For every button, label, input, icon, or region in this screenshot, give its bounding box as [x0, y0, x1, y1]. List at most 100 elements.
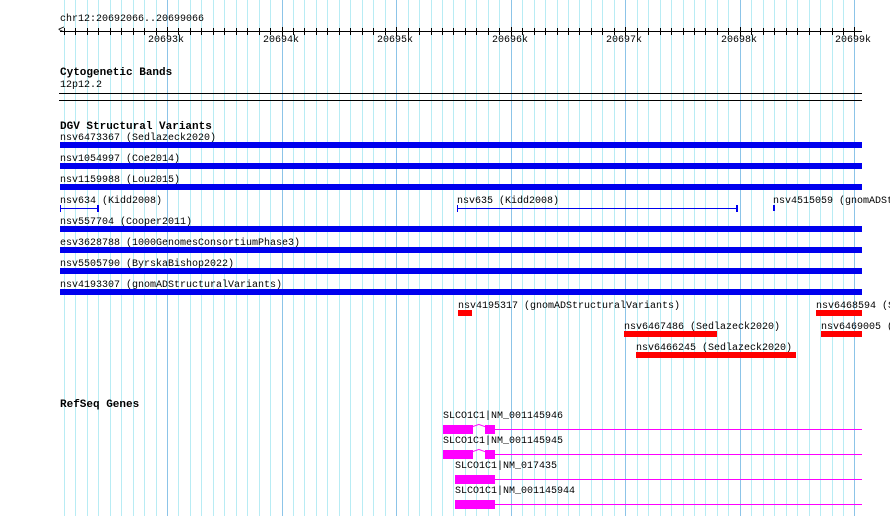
exon[interactable]	[455, 475, 495, 484]
minor-grid-line	[327, 0, 328, 516]
variant-bar[interactable]	[457, 208, 737, 209]
ruler-tick-label: 20696k	[492, 35, 529, 46]
ruler-tick	[236, 28, 237, 35]
ruler-tick	[522, 28, 523, 35]
minor-grid-line	[190, 0, 191, 516]
minor-grid-line	[728, 0, 729, 516]
variant-bar[interactable]	[821, 331, 862, 337]
ruler-tick	[660, 28, 661, 35]
ruler-tick	[64, 28, 65, 35]
ruler-tick-label: 20695k	[377, 35, 414, 46]
ruler-tick	[465, 28, 466, 35]
major-grid-line	[282, 0, 283, 516]
variant-cap	[60, 205, 61, 212]
minor-grid-line	[316, 0, 317, 516]
ruler-tick	[121, 28, 122, 35]
minor-grid-line	[213, 0, 214, 516]
minor-grid-line	[683, 0, 684, 516]
variant-label[interactable]: nsv4515059 (gnomADStructuralVariants)	[773, 196, 890, 207]
variant-bar[interactable]	[816, 310, 862, 316]
ruler-tick	[832, 28, 833, 35]
minor-grid-line	[637, 0, 638, 516]
ruler-tick	[144, 28, 145, 35]
ruler-tick	[637, 28, 638, 35]
variant-bar[interactable]	[624, 331, 717, 337]
ruler-tick	[774, 28, 775, 35]
minor-grid-line	[408, 0, 409, 516]
cytoband-track-title[interactable]: Cytogenetic Bands	[60, 67, 172, 79]
variant-bar[interactable]	[60, 247, 862, 253]
ruler-tick-label: 20698k	[721, 35, 758, 46]
cytoband-label: 12p12.2	[60, 80, 103, 91]
minor-grid-line	[350, 0, 351, 516]
ruler-tick	[270, 28, 271, 35]
ruler-tick	[602, 28, 603, 35]
ruler-tick	[557, 28, 558, 35]
variant-bar[interactable]	[60, 208, 98, 209]
minor-grid-line	[660, 0, 661, 516]
genome-browser-panel: chr12:20692066..20699066 < 20693k20694k2…	[0, 0, 890, 516]
variant-bar[interactable]	[60, 268, 862, 274]
ruler-tick	[488, 28, 489, 35]
ruler-tick	[156, 28, 157, 35]
transcript-label[interactable]: SLCO1C1|NM_001145944	[455, 486, 575, 497]
minor-grid-line	[614, 0, 615, 516]
exon[interactable]	[443, 450, 473, 459]
ruler-tick	[190, 28, 191, 35]
variant-bar[interactable]	[60, 163, 862, 169]
variant-label[interactable]: nsv635 (Kidd2008)	[457, 196, 559, 207]
variant-cap	[97, 205, 99, 212]
minor-grid-line	[774, 0, 775, 516]
ruler-tick	[614, 28, 615, 35]
exon[interactable]	[485, 425, 495, 434]
transcript-label[interactable]: SLCO1C1|NM_001145945	[443, 436, 563, 447]
minor-grid-line	[809, 0, 810, 516]
ruler-tick	[316, 28, 317, 35]
intron-hat	[479, 424, 485, 432]
variant-label[interactable]: nsv4195317 (gnomADStructuralVariants)	[458, 301, 680, 312]
variant-bar[interactable]	[458, 310, 472, 316]
intron-line	[495, 429, 862, 430]
minor-grid-line	[694, 0, 695, 516]
ruler-tick	[339, 28, 340, 35]
dgv-track-title[interactable]: DGV Structural Variants	[60, 121, 212, 133]
ruler-tick	[178, 28, 179, 35]
ruler-tick	[259, 28, 260, 35]
transcript-label[interactable]: SLCO1C1|NM_001145946	[443, 411, 563, 422]
variant-bar[interactable]	[60, 184, 862, 190]
cytoband-line	[59, 93, 862, 94]
transcript-label[interactable]: SLCO1C1|NM_017435	[455, 461, 557, 472]
exon[interactable]	[443, 425, 473, 434]
ruler-tick	[786, 28, 787, 35]
minor-grid-line	[671, 0, 672, 516]
ruler-tick	[717, 28, 718, 35]
major-grid-line	[625, 0, 626, 516]
ruler-tick	[568, 28, 569, 35]
minor-grid-line	[385, 0, 386, 516]
ruler-tick	[591, 28, 592, 35]
refseq-track-title[interactable]: RefSeq Genes	[60, 399, 139, 411]
minor-grid-line	[362, 0, 363, 516]
exon[interactable]	[485, 450, 495, 459]
variant-cap	[736, 205, 738, 212]
variant-bar[interactable]	[773, 205, 775, 211]
minor-grid-line	[763, 0, 764, 516]
ruler-tick	[362, 28, 363, 35]
variant-bar[interactable]	[60, 289, 862, 295]
exon[interactable]	[455, 500, 495, 509]
ruler-tick	[133, 28, 134, 35]
minor-grid-line	[259, 0, 260, 516]
variant-bar[interactable]	[636, 352, 796, 358]
minor-grid-line	[224, 0, 225, 516]
minor-grid-line	[797, 0, 798, 516]
ruler-tick	[201, 28, 202, 35]
intron-line	[495, 479, 862, 480]
variant-bar[interactable]	[60, 142, 862, 148]
ruler-tick	[843, 28, 844, 35]
variant-bar[interactable]	[60, 226, 862, 232]
major-grid-line	[396, 0, 397, 516]
variant-label[interactable]: nsv634 (Kidd2008)	[60, 196, 162, 207]
major-grid-line	[740, 0, 741, 516]
ruler-axis[interactable]	[60, 31, 862, 32]
minor-grid-line	[705, 0, 706, 516]
